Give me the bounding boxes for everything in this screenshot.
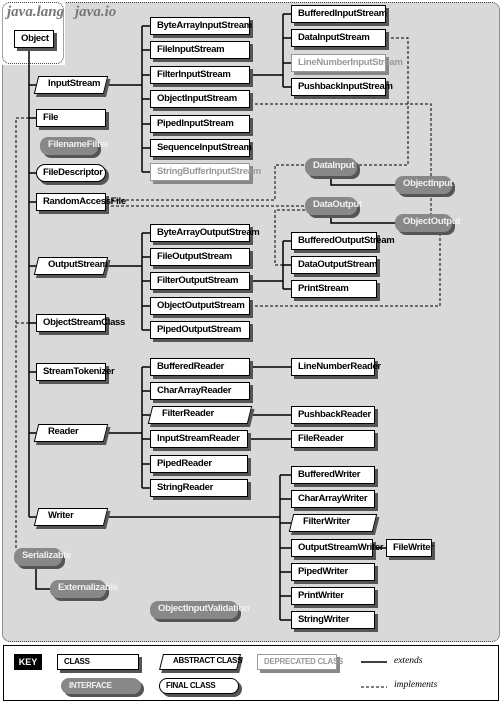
class-char-array-writer: CharArrayWriter bbox=[291, 490, 375, 508]
class-line-number-reader: LineNumberReader bbox=[291, 358, 381, 376]
class-file-input-stream: FileInputStream bbox=[150, 41, 250, 59]
legend-deprecated-class: DEPRECATED CLASS bbox=[257, 654, 343, 670]
class-object-input-stream: ObjectInputStream bbox=[150, 90, 250, 108]
class-file: File bbox=[36, 109, 106, 127]
legend-line-samples bbox=[361, 661, 387, 688]
class-print-writer: PrintWriter bbox=[291, 587, 375, 605]
interface-object-output: ObjectOutput bbox=[395, 214, 460, 232]
node-label: Writer bbox=[48, 510, 74, 521]
class-input-stream-reader: InputStreamReader bbox=[150, 430, 248, 448]
class-reader: Reader bbox=[33, 424, 109, 442]
legend-title: KEY bbox=[14, 654, 42, 670]
class-piped-output-stream: PipedOutputStream bbox=[150, 321, 250, 339]
class-data-output-stream: DataOutputStream bbox=[291, 256, 377, 274]
class-filter-writer: FilterWriter bbox=[288, 514, 378, 532]
class-file-reader: FileReader bbox=[291, 430, 375, 448]
class-pushback-reader: PushbackReader bbox=[291, 406, 375, 424]
class-buffered-writer: BufferedWriter bbox=[291, 466, 375, 484]
class-byte-array-output-stream: ByteArrayOutputStream bbox=[150, 224, 260, 242]
extends-line-object-output bbox=[330, 215, 395, 224]
class-input-stream: InputStream bbox=[33, 76, 109, 94]
class-piped-input-stream: PipedInputStream bbox=[150, 115, 250, 133]
class-object-output-stream: ObjectOutputStream bbox=[150, 297, 250, 315]
class-data-input-stream: DataInputStream bbox=[291, 29, 386, 47]
class-line-number-input-stream: LineNumberInputStream bbox=[291, 54, 403, 72]
interface-data-output: DataOutput bbox=[305, 197, 362, 215]
legend-interface: INTERFACE bbox=[61, 678, 141, 694]
legend: KEY CLASS ABSTRACT CLASS DEPRECATED CLAS… bbox=[3, 645, 499, 701]
class-string-writer: StringWriter bbox=[291, 611, 375, 629]
class-object: Object bbox=[14, 30, 54, 48]
interface-object-input: ObjectInput bbox=[395, 176, 453, 194]
extends-line-object-input bbox=[330, 176, 395, 186]
class-random-access-file: RandomAccessFile bbox=[36, 193, 126, 211]
class-string-buffer-input-stream: StringBufferInputStream bbox=[150, 163, 261, 181]
node-label: OutputStream bbox=[48, 259, 108, 270]
legend-class: CLASS bbox=[57, 654, 139, 670]
class-byte-array-input-stream: ByteArrayInputStream bbox=[150, 17, 252, 35]
legend-implements-label: implements bbox=[394, 680, 438, 690]
class-file-writer: FileWriter bbox=[386, 539, 434, 557]
interface-data-input: DataInput bbox=[305, 158, 357, 176]
class-output-stream-writer: OutputStreamWriter bbox=[291, 539, 384, 557]
class-output-stream: OutputStream bbox=[33, 257, 109, 275]
class-file-descriptor: FileDescriptor bbox=[36, 164, 106, 182]
class-buffered-reader: BufferedReader bbox=[150, 358, 250, 376]
class-buffered-input-stream: BufferedInputStream bbox=[291, 5, 387, 23]
node-label: FilterReader bbox=[162, 408, 214, 419]
class-object-stream-class: ObjectStreamClass bbox=[36, 314, 125, 332]
class-file-output-stream: FileOutputStream bbox=[150, 248, 250, 266]
class-filter-output-stream: FilterOutputStream bbox=[150, 272, 250, 290]
node-label: FilterWriter bbox=[303, 516, 350, 527]
legend-extends-label: extends bbox=[394, 656, 423, 666]
class-stream-tokenizer: StreamTokenizer bbox=[36, 363, 115, 381]
interface-serializable: Serializable bbox=[14, 548, 71, 566]
node-label: InputStream bbox=[48, 78, 101, 89]
legend-final-class: FINAL CLASS bbox=[159, 678, 239, 694]
interface-externalizable: Externalizable bbox=[50, 580, 118, 598]
class-piped-writer: PipedWriter bbox=[291, 563, 375, 581]
class-print-stream: PrintStream bbox=[291, 280, 377, 298]
extends-line-externalizable bbox=[35, 566, 50, 590]
legend-abstract-class-label: ABSTRACT CLASS bbox=[173, 656, 243, 665]
class-filter-input-stream: FilterInputStream bbox=[150, 66, 250, 84]
interface-filename-filter: FilenameFilter bbox=[40, 137, 109, 155]
class-pushback-input-stream: PushbackInputStream bbox=[291, 78, 393, 96]
class-filter-reader: FilterReader bbox=[147, 406, 253, 424]
interface-object-input-validation: ObjectInputValidation bbox=[150, 601, 250, 619]
class-buffered-output-stream: BufferedOutputStream bbox=[291, 232, 395, 250]
legend-abstract-class: ABSTRACT CLASS bbox=[159, 654, 243, 670]
implements-line-file-serializable bbox=[15, 117, 36, 548]
class-char-array-reader: CharArrayReader bbox=[150, 382, 250, 400]
class-writer: Writer bbox=[33, 508, 109, 526]
class-piped-reader: PipedReader bbox=[150, 455, 248, 473]
node-label: Reader bbox=[48, 426, 79, 437]
class-string-reader: StringReader bbox=[150, 479, 248, 497]
class-sequence-input-stream: SequenceInputStream bbox=[150, 139, 252, 157]
